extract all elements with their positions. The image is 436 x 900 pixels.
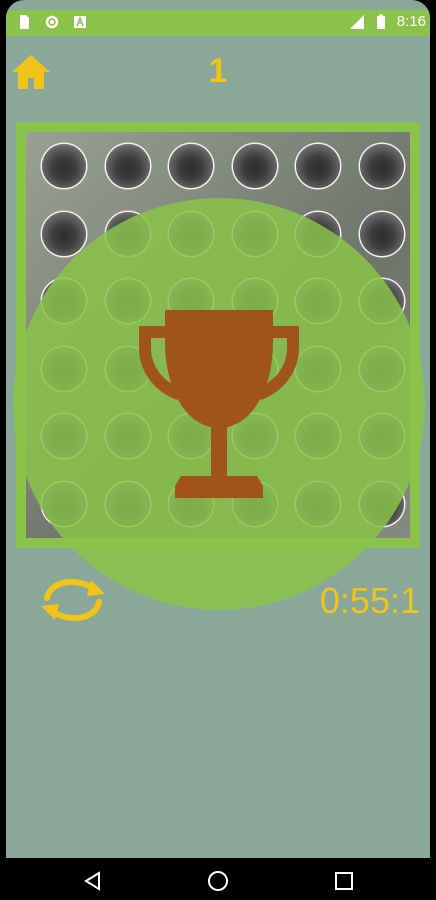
board-hole[interactable]	[296, 144, 340, 188]
status-right: 8:16	[349, 13, 426, 30]
board-hole[interactable]	[169, 144, 213, 188]
status-left-icons	[16, 14, 88, 30]
board-hole[interactable]	[42, 144, 86, 188]
home-circle-icon[interactable]	[207, 870, 229, 892]
signal-icon	[349, 14, 364, 29]
game-screen: 8:16 1 0:55:1	[6, 0, 430, 900]
restart-button[interactable]	[39, 574, 107, 626]
status-bar: 8:16	[6, 10, 430, 36]
settings-icon	[45, 15, 59, 29]
board-hole[interactable]	[232, 144, 277, 188]
navigation-bar	[0, 858, 436, 900]
timer: 0:55:1	[319, 580, 420, 621]
board-hole[interactable]	[359, 211, 404, 256]
back-icon[interactable]	[82, 870, 104, 892]
battery-icon	[376, 14, 385, 29]
trophy-icon	[139, 310, 299, 498]
board-hole[interactable]	[359, 144, 404, 188]
recents-icon[interactable]	[333, 870, 355, 892]
board-hole[interactable]	[42, 211, 86, 256]
sd-card-icon	[20, 15, 29, 29]
status-time: 8:16	[396, 13, 426, 30]
font-icon	[74, 15, 86, 28]
board-hole[interactable]	[105, 144, 150, 188]
level-number: 1	[208, 52, 228, 90]
